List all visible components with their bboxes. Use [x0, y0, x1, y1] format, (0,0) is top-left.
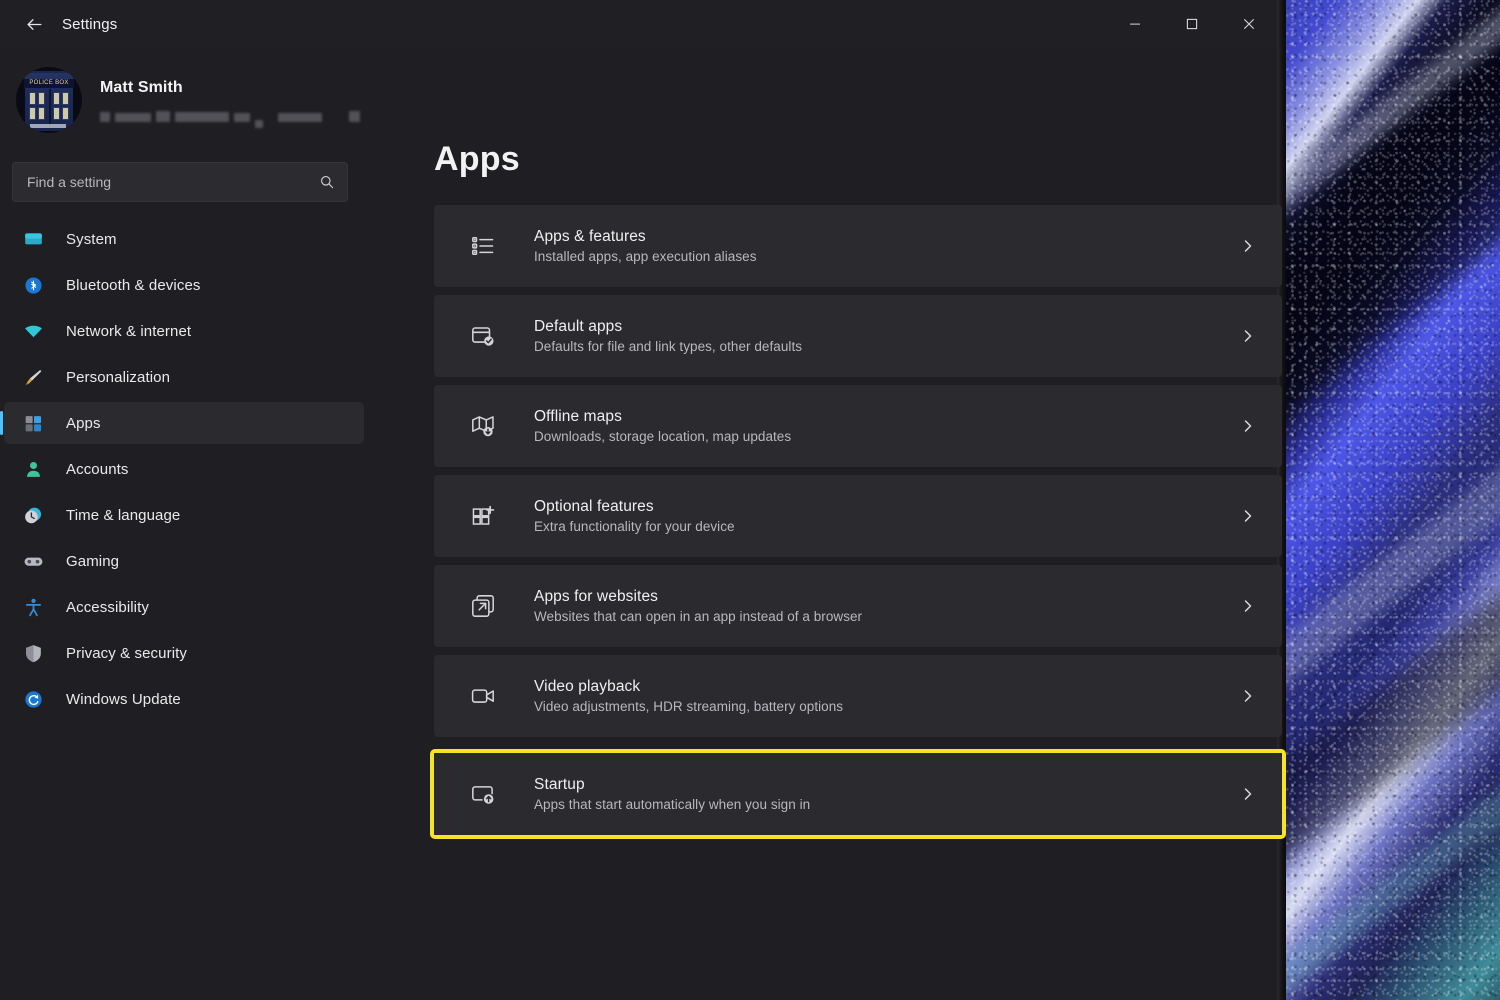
sidebar-item-system[interactable]: System — [4, 218, 364, 260]
card-title: Startup — [534, 776, 585, 793]
chevron-right-icon[interactable] — [1240, 598, 1256, 614]
sidebar-item-label: Bluetooth & devices — [66, 276, 201, 294]
card-title: Optional features — [534, 498, 654, 515]
sidebar-item-label: System — [66, 230, 117, 248]
window-check-icon — [468, 321, 498, 351]
clock-icon — [20, 503, 46, 527]
close-icon[interactable] — [1220, 0, 1277, 48]
person-icon — [20, 457, 46, 481]
sidebar-item-privacy-security[interactable]: Privacy & security — [4, 632, 364, 674]
search-input[interactable] — [27, 174, 319, 190]
chevron-right-icon[interactable] — [1240, 328, 1256, 344]
window-controls — [1106, 0, 1277, 48]
page-title: Apps — [434, 140, 520, 178]
grid-plus-icon — [468, 501, 498, 531]
sidebar-item-label: Gaming — [66, 552, 120, 570]
chevron-right-icon[interactable] — [1240, 238, 1256, 254]
app-title: Settings — [62, 15, 118, 33]
startup-upload-icon — [468, 779, 498, 809]
apps-grid-icon — [20, 411, 46, 435]
back-arrow-icon[interactable] — [14, 8, 54, 40]
card-offline-maps[interactable]: Offline maps Downloads, storage location… — [434, 385, 1282, 467]
gamepad-icon — [20, 549, 46, 573]
card-subtitle: Websites that can open in an app instead… — [534, 609, 863, 624]
settings-window: Settings POLICE BOX Matt Smith Find a se… — [0, 0, 1286, 1000]
title-bar: Settings — [0, 0, 1277, 48]
desktop-wallpaper — [1277, 0, 1500, 1000]
sidebar-item-apps[interactable]: Apps — [0, 402, 364, 444]
sidebar-item-bluetooth-devices[interactable]: Bluetooth & devices — [4, 264, 364, 306]
card-video-playback[interactable]: Video playback Video adjustments, HDR st… — [434, 655, 1282, 737]
settings-card-list: Apps & features Installed apps, app exec… — [430, 205, 1286, 839]
sidebar-item-label: Windows Update — [66, 690, 181, 708]
chevron-right-icon[interactable] — [1240, 508, 1256, 524]
wifi-icon — [20, 319, 46, 343]
card-title: Apps & features — [534, 228, 646, 245]
sidebar-nav: System Bluetooth & devices Network & int… — [0, 218, 380, 720]
card-subtitle: Video adjustments, HDR streaming, batter… — [534, 699, 844, 714]
bluetooth-icon — [20, 273, 46, 297]
search-box[interactable] — [12, 162, 348, 202]
sidebar-item-windows-update[interactable]: Windows Update — [4, 678, 364, 720]
chevron-right-icon[interactable] — [1240, 786, 1256, 802]
account-name: Matt Smith — [100, 78, 183, 96]
account-email-redacted — [100, 106, 360, 128]
card-subtitle: Installed apps, app execution aliases — [534, 249, 757, 264]
card-subtitle: Extra functionality for your device — [534, 519, 735, 534]
sidebar-item-network-internet[interactable]: Network & internet — [4, 310, 364, 352]
card-apps-and-features[interactable]: Apps & features Installed apps, app exec… — [434, 205, 1282, 287]
maximize-icon[interactable] — [1163, 0, 1220, 48]
sidebar-item-gaming[interactable]: Gaming — [4, 540, 364, 582]
card-title: Offline maps — [534, 408, 622, 425]
sidebar-item-label: Apps — [66, 414, 101, 432]
chevron-right-icon[interactable] — [1240, 688, 1256, 704]
card-title: Video playback — [534, 678, 641, 695]
sidebar-item-accessibility[interactable]: Accessibility — [4, 586, 364, 628]
sidebar-item-label: Time & language — [66, 506, 181, 524]
card-apps-for-websites[interactable]: Apps for websites Websites that can open… — [434, 565, 1282, 647]
avatar[interactable]: POLICE BOX — [16, 67, 82, 133]
card-subtitle: Defaults for file and link types, other … — [534, 339, 803, 354]
map-download-icon — [468, 411, 498, 441]
shield-icon — [20, 641, 46, 665]
sidebar-item-label: Network & internet — [66, 322, 192, 340]
sidebar: POLICE BOX Matt Smith Find a setting Sys… — [0, 48, 380, 1000]
sidebar-item-label: Privacy & security — [66, 644, 187, 662]
minimize-icon[interactable] — [1106, 0, 1163, 48]
card-subtitle: Apps that start automatically when you s… — [534, 797, 811, 812]
avatar-sign-text: POLICE BOX — [24, 79, 74, 88]
sidebar-item-label: Accessibility — [66, 598, 149, 616]
video-camera-icon — [468, 681, 498, 711]
monitor-icon — [20, 227, 46, 251]
window-body: POLICE BOX Matt Smith Find a setting Sys… — [0, 48, 1286, 1000]
chevron-right-icon[interactable] — [1240, 418, 1256, 434]
search-icon[interactable] — [319, 174, 335, 190]
external-link-icon — [468, 591, 498, 621]
card-startup[interactable]: Startup Apps that start automatically wh… — [434, 753, 1282, 835]
sidebar-item-time-language[interactable]: Time & language — [4, 494, 364, 536]
update-refresh-icon — [20, 687, 46, 711]
card-title: Default apps — [534, 318, 623, 335]
card-title: Apps for websites — [534, 588, 659, 605]
screen: Settings POLICE BOX Matt Smith Find a se… — [0, 0, 1500, 1000]
sidebar-item-label: Personalization — [66, 368, 171, 386]
card-default-apps[interactable]: Default apps Defaults for file and link … — [434, 295, 1282, 377]
sidebar-item-label: Accounts — [66, 460, 129, 478]
account-block[interactable]: POLICE BOX Matt Smith — [0, 54, 380, 140]
card-subtitle: Downloads, storage location, map updates — [534, 429, 792, 444]
sidebar-item-personalization[interactable]: Personalization — [4, 356, 364, 398]
accessibility-person-icon — [20, 595, 46, 619]
bulleted-list-icon — [468, 231, 498, 261]
main-content: Apps Apps & features Installed apps, app… — [380, 48, 1286, 1000]
paintbrush-icon — [20, 365, 46, 389]
sidebar-item-accounts[interactable]: Accounts — [4, 448, 364, 490]
card-optional-features[interactable]: Optional features Extra functionality fo… — [434, 475, 1282, 557]
